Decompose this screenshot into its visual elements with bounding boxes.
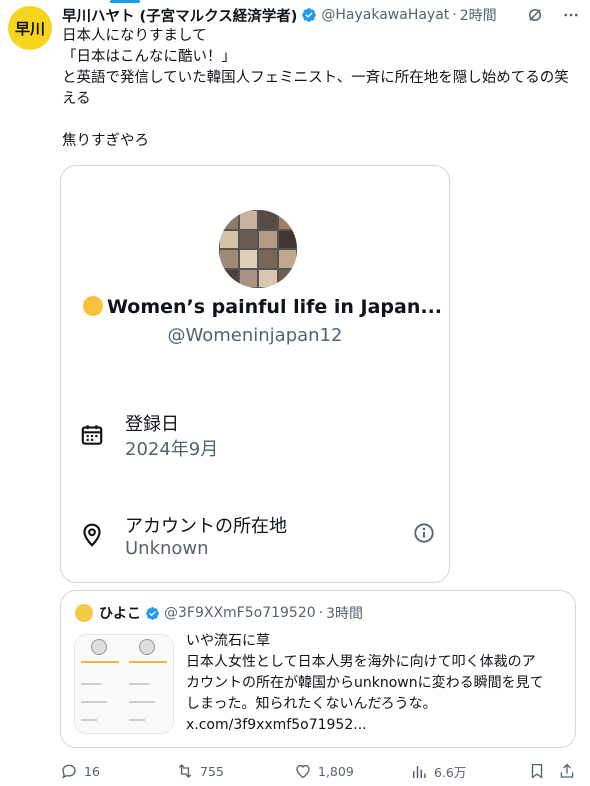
quote-line: しまった。知られたくないんだろうな。 <box>186 696 437 712</box>
repost-button[interactable]: 755 <box>176 762 224 780</box>
thumb-line <box>81 683 101 685</box>
thumb-avatar <box>139 639 155 655</box>
thumb-line <box>129 719 145 721</box>
thumb-line <box>129 683 149 685</box>
woman-emoji-icon <box>83 296 103 316</box>
verified-badge-icon <box>146 606 159 620</box>
tweet-line-gap <box>62 110 582 131</box>
more-options-icon[interactable] <box>562 6 580 24</box>
quote-author-name[interactable]: ひよこ <box>99 603 141 623</box>
author-handle[interactable]: @HayakawaHayat <box>321 7 449 23</box>
tweet-line: と英語で発信していた韓国人フェミニスト、一斉に所在地を隠し始めてるの笑 <box>62 70 569 86</box>
reply-count: 16 <box>84 763 100 779</box>
profile-card-image[interactable]: Women’s painful life in Japan... @Womeni… <box>60 165 450 583</box>
profile-card-handle: @Womeninjapan12 <box>167 325 343 346</box>
tweet-time[interactable]: 2時間 <box>460 5 497 25</box>
grok-icon[interactable] <box>526 6 544 24</box>
quoted-tweet[interactable]: ひよこ @3F9XXmF5o719520 · 3時間 いや流石に草 日本人女性と… <box>60 590 576 748</box>
quote-author-avatar <box>75 604 93 622</box>
views-count: 6.6万 <box>434 765 467 780</box>
thumb-line <box>81 661 119 663</box>
share-button[interactable] <box>558 762 576 780</box>
joined-label: 登録日 <box>125 414 179 435</box>
repost-count: 755 <box>200 763 224 779</box>
share-icon <box>560 763 574 778</box>
profile-card-name-text: Women’s painful life in Japan... <box>107 296 443 318</box>
location-label: アカウントの所在地 <box>125 516 287 537</box>
thumb-line <box>81 701 107 703</box>
active-indicator <box>110 0 140 3</box>
reply-button[interactable]: 16 <box>60 762 100 780</box>
location-pin-icon <box>83 523 101 547</box>
tweet-line: 日本人になりすまして <box>62 28 207 44</box>
quote-line: カウントの所在が韓国からunknownに変わる瞬間を見て <box>186 675 544 691</box>
separator-dot: · <box>318 605 324 621</box>
profile-card-avatar <box>219 210 297 288</box>
quote-line: いや流石に草 <box>186 633 270 649</box>
repost-icon <box>178 764 192 778</box>
thumb-line <box>81 719 97 721</box>
info-icon[interactable] <box>413 522 435 544</box>
tweet-line: 「日本はこんなに酷い！」 <box>62 49 236 65</box>
location-value: Unknown <box>125 538 209 559</box>
quote-thumbnail[interactable] <box>74 634 174 734</box>
quote-author-handle[interactable]: @3F9XXmF5o719520 <box>164 605 316 621</box>
header-icons <box>526 4 580 26</box>
like-button[interactable]: 1,809 <box>294 762 354 780</box>
profile-card-name: Women’s painful life in Japan... <box>83 296 443 318</box>
author-avatar-text: 早川 <box>14 19 45 38</box>
calendar-icon <box>81 425 103 445</box>
thumb-line <box>129 701 155 703</box>
tweet-line: える <box>62 91 91 107</box>
quote-line: 日本人女性として日本人男を海外に向けて叩く体裁のア <box>186 654 536 670</box>
like-count: 1,809 <box>318 763 354 779</box>
bookmark-button[interactable] <box>528 762 546 780</box>
reply-icon <box>62 764 76 779</box>
thumb-line <box>129 661 167 663</box>
bookmark-icon <box>531 763 543 779</box>
views-chart-icon <box>413 765 426 778</box>
quote-text: いや流石に草 日本人女性として日本人男を海外に向けて叩く体裁のア カウントの所在… <box>186 631 566 736</box>
heart-icon <box>296 764 310 779</box>
thumb-avatar <box>91 639 107 655</box>
author-name[interactable]: 早川ハヤト (子宮マルクス経済学者) <box>62 5 297 26</box>
tweet-actions: 16 755 1,809 6.6万 <box>60 760 578 784</box>
separator-dot: · <box>452 7 457 23</box>
tweet-line: 焦りすぎやろ <box>62 133 149 149</box>
author-avatar[interactable]: 早川 <box>8 6 52 50</box>
quote-header: ひよこ @3F9XXmF5o719520 · 3時間 <box>75 603 363 623</box>
quote-time[interactable]: 3時間 <box>326 603 363 623</box>
joined-value: 2024年9月 <box>125 439 219 460</box>
quote-link[interactable]: x.com/3f9xxmf5o71952... <box>186 715 566 736</box>
views-button[interactable]: 6.6万 <box>410 762 466 781</box>
tweet-text: 日本人になりすまして 「日本はこんなに酷い！」 と英語で発信していた韓国人フェミ… <box>62 26 582 152</box>
tweet-header: 早川ハヤト (子宮マルクス経済学者) @HayakawaHayat · 2時間 <box>62 4 580 26</box>
verified-badge-icon <box>302 8 317 22</box>
